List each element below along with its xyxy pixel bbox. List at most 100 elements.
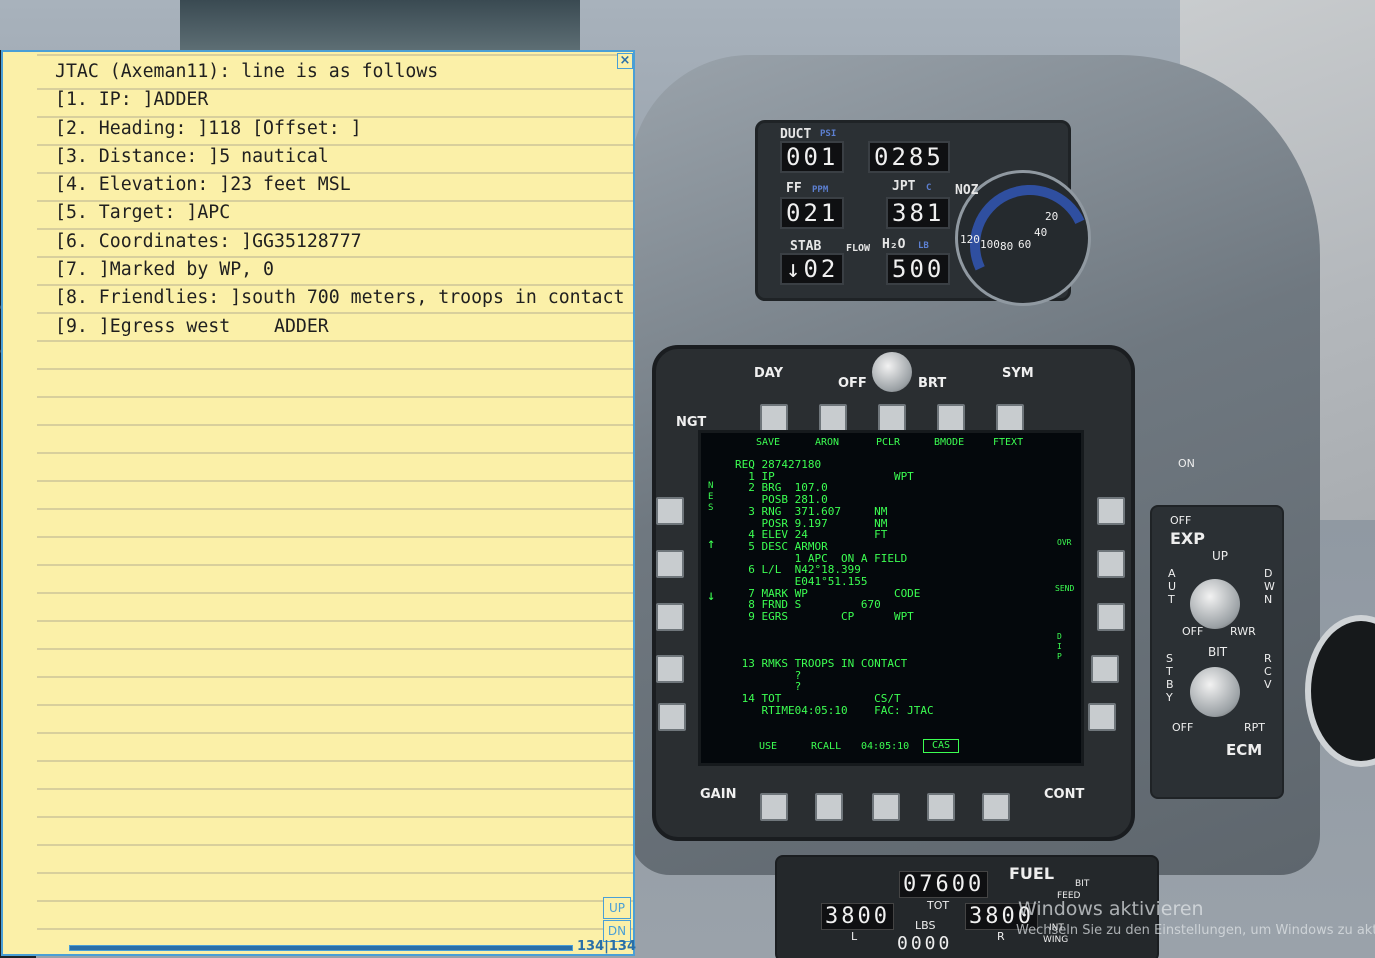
mfd-left-e: E <box>708 492 714 502</box>
notepad-scrollbar[interactable] <box>69 945 573 951</box>
mfd-line: 3 RNG 371.607 NM <box>735 504 888 518</box>
osb-20[interactable] <box>656 497 684 525</box>
ecm-bit-label: BIT <box>1208 645 1228 659</box>
mfd-day-label: DAY <box>754 366 784 381</box>
windows-activation-title: Windows aktivieren <box>1018 898 1204 920</box>
ff-unit: PPM <box>812 185 829 195</box>
jpt-readout: 381 <box>886 197 951 229</box>
note-line-3: [2. Heading: ]118 [Offset: ] <box>55 117 362 139</box>
osb-13[interactable] <box>872 793 900 821</box>
osb-16[interactable] <box>658 703 686 731</box>
note-line-5: [4. Elevation: ]23 feet MSL <box>55 174 351 196</box>
osb-5[interactable] <box>996 404 1024 432</box>
mfd-line: 9 EGRS CP WPT <box>735 610 914 624</box>
notepad-scroll-thumb[interactable] <box>70 946 572 950</box>
mfd-line: RTIME04:05:10 FAC: JTAC <box>735 703 934 717</box>
ecm-exp-knob[interactable] <box>1190 579 1240 629</box>
ecm-off-label-mid: OFF <box>1182 625 1204 638</box>
fuel-bit-label: BIT <box>1075 879 1090 889</box>
duct-unit: PSI <box>820 129 837 139</box>
mfd-ngt-label: NGT <box>676 415 707 430</box>
mfd-left-n: N <box>708 481 714 491</box>
h2o-label: H₂O <box>882 237 906 252</box>
fuel-bottom-readout: 0000 <box>897 933 953 954</box>
fuel-r-label: R <box>997 930 1005 943</box>
mfd-off-label: OFF <box>838 376 867 391</box>
mfd-line: REQ 287427180 <box>735 458 822 471</box>
ecm-aut-label: AUT <box>1168 567 1177 606</box>
osb-7[interactable] <box>1097 550 1125 578</box>
mfd-right-send: SEND <box>1055 584 1075 593</box>
ecm-mode-knob[interactable] <box>1190 667 1240 717</box>
osb-11[interactable] <box>982 793 1010 821</box>
mfd-line: 13 RMKS TROOPS IN CONTACT <box>735 656 908 670</box>
mfd-osb-time: 04:05:10 <box>861 741 910 752</box>
osb-17[interactable] <box>656 655 684 683</box>
ecm-rwr-label: RWR <box>1230 625 1256 638</box>
h2o-unit: LB <box>918 241 929 251</box>
osb-18[interactable] <box>656 603 684 631</box>
osb-15[interactable] <box>760 793 788 821</box>
noz-tick-20: 20 <box>1045 210 1059 223</box>
osb-6[interactable] <box>1097 497 1125 525</box>
noz-tick-120: 120 <box>960 233 980 246</box>
page-counter: 134|134 <box>577 939 637 954</box>
notepad-close-button[interactable]: × <box>617 53 633 69</box>
mfd-right-ovr: OVR <box>1057 538 1072 547</box>
mfd-screen: SAVE ARON PCLR BMODE FTEXT N E S ↑ ↓ OVR… <box>698 430 1084 766</box>
ecm-panel: ON OFF EXP UP AUT DWN OFF RWR BIT STBY R… <box>1150 457 1284 799</box>
ecm-label: ECM <box>1226 741 1263 759</box>
jpt-unit: C <box>926 183 932 193</box>
ecm-exp-label: EXP <box>1170 529 1205 548</box>
osb-2[interactable] <box>819 404 847 432</box>
osb-3[interactable] <box>878 404 906 432</box>
mfd-up-arrow-icon: ↑ <box>707 536 716 552</box>
osb-19[interactable] <box>656 550 684 578</box>
osb-8[interactable] <box>1097 603 1125 631</box>
osb-14[interactable] <box>815 793 843 821</box>
mfd-right-p: P <box>1057 652 1062 661</box>
kneeboard-notepad[interactable]: JTAC (Axeman11): line is as follows [1. … <box>1 50 637 956</box>
notepad-margin <box>3 52 37 954</box>
noz-tick-80: 80 <box>1000 240 1014 253</box>
fuel-title: FUEL <box>1009 864 1055 883</box>
osb-4[interactable] <box>937 404 965 432</box>
note-line-6: [5. Target: ]APC <box>55 202 231 224</box>
ecm-rpt-label: RPT <box>1244 721 1265 734</box>
noz-label: NOZ <box>955 183 979 198</box>
windows-activation-subtitle: Wechseln Sie zu den Einstellungen, um Wi… <box>1016 923 1375 938</box>
mfd-osb-aron: ARON <box>815 437 840 448</box>
note-line-7: [6. Coordinates: ]GG35128777 <box>55 230 362 252</box>
noz-tick-60: 60 <box>1018 238 1032 251</box>
mfd-osb-pclr: PCLR <box>876 437 901 448</box>
ff-label: FF <box>786 181 802 196</box>
mfd-line: E041°51.155 <box>735 575 868 588</box>
osb-12[interactable] <box>927 793 955 821</box>
mfd-sym-label: SYM <box>1002 366 1034 381</box>
h2o-readout: 500 <box>886 253 951 285</box>
mfd-cont-label: CONT <box>1044 787 1085 802</box>
mfd-brightness-knob[interactable] <box>872 352 912 392</box>
ecm-rcv-label: RCV <box>1264 652 1272 691</box>
noz-tick-40: 40 <box>1034 226 1048 239</box>
page-up-button[interactable]: UP <box>603 897 631 919</box>
osb-9[interactable] <box>1091 655 1119 683</box>
mfd-down-arrow-icon: ↓ <box>707 588 716 604</box>
notepad-text[interactable]: JTAC (Axeman11): line is as follows [1. … <box>55 58 624 341</box>
osb-10[interactable] <box>1088 703 1116 731</box>
mfd-osb-rcall: RCALL <box>811 741 842 752</box>
mfd-osb-use: USE <box>759 741 778 752</box>
note-line-2: [1. IP: ]ADDER <box>55 89 209 111</box>
mfd-line: 14 TOT CS/T <box>735 692 901 705</box>
note-line-10: [9. ]Egress west ADDER <box>55 315 329 337</box>
jpt-label: JPT <box>892 179 916 194</box>
duct-readout: 001 <box>780 141 845 173</box>
ecm-up-label: UP <box>1212 549 1229 563</box>
fuel-l-label: L <box>851 930 858 943</box>
ff-readout: 021 <box>780 197 845 229</box>
fuel-left-readout: 3800 <box>821 903 894 930</box>
stab-readout: ↓02 <box>780 253 845 285</box>
osb-1[interactable] <box>760 404 788 432</box>
note-line-4: [3. Distance: ]5 nautical <box>55 145 329 167</box>
mfd-osb-cas: CAS <box>923 739 960 753</box>
